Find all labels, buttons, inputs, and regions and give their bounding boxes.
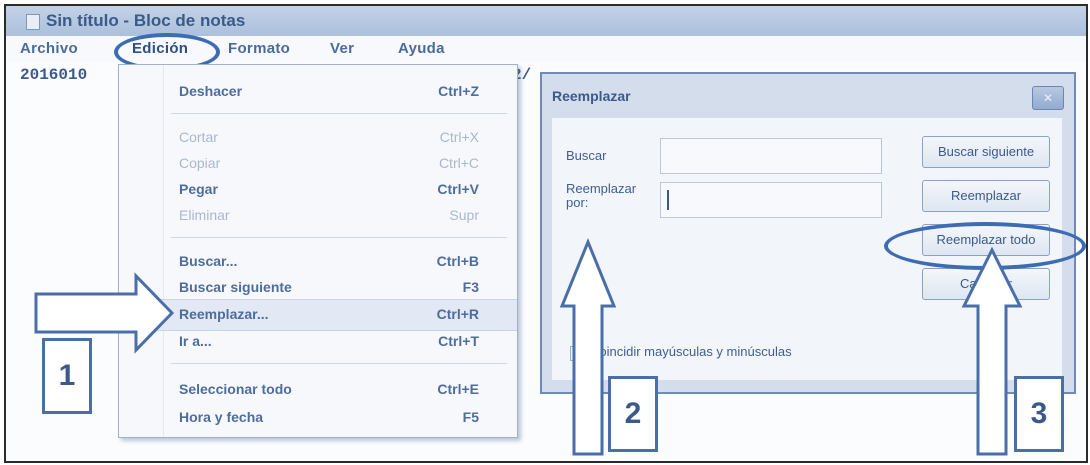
arrow-up-to-replace-all — [961, 246, 1023, 456]
arrow-up-to-replace-field — [559, 238, 617, 456]
step-1-label: 1 — [42, 338, 92, 414]
step-3-label: 3 — [1014, 376, 1064, 452]
notepad-window: Sin título - Bloc de notas Archivo Edici… — [4, 4, 1088, 463]
annotation-arrows — [34, 238, 1023, 456]
step-2-label: 2 — [608, 376, 658, 452]
